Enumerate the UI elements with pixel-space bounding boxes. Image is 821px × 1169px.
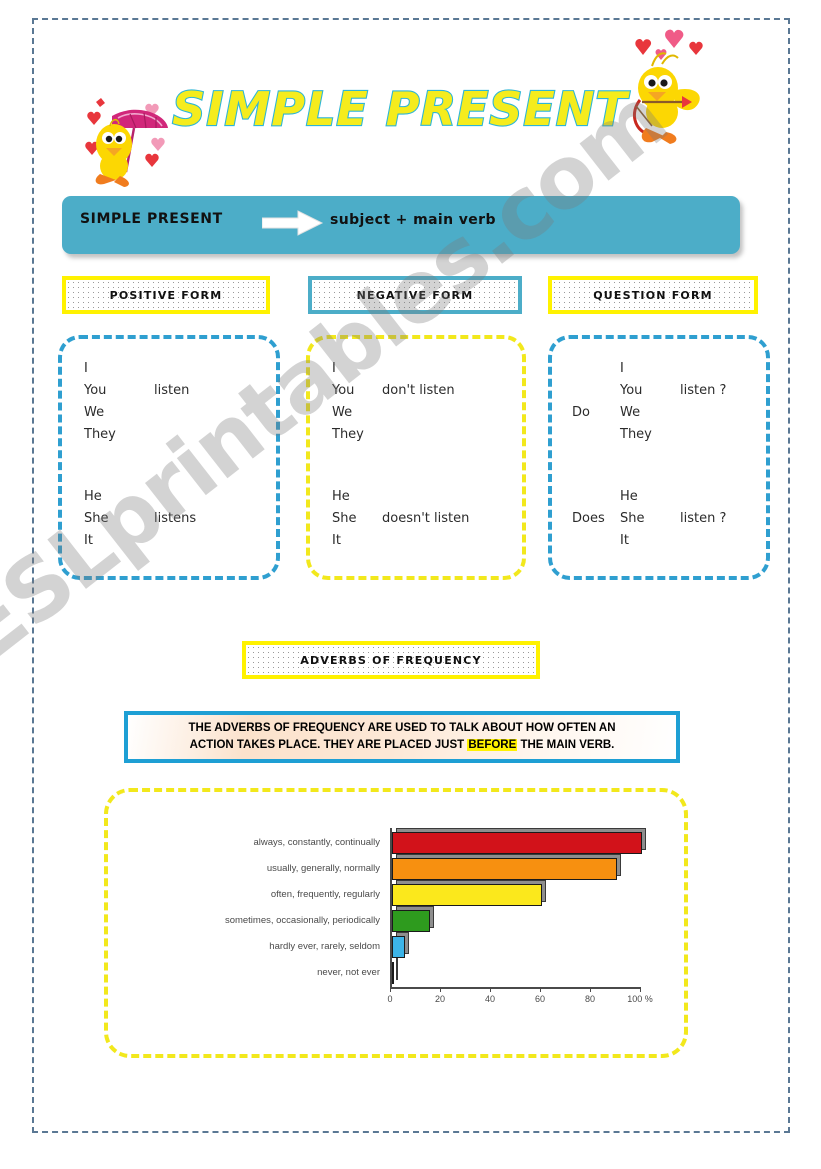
chart-bar bbox=[392, 854, 623, 880]
verb-form: doesn't listen bbox=[382, 511, 470, 526]
chart-category-label: usually, generally, normally bbox=[266, 863, 380, 874]
adverbs-info-box: THE ADVERBS OF FREQUENCY ARE USED TO TAL… bbox=[124, 711, 680, 763]
verb-form: listens bbox=[154, 511, 197, 526]
negative-form-header: NEGATIVE FORM bbox=[308, 276, 522, 314]
chart-x-tick-label: 60 bbox=[534, 994, 546, 1004]
frequency-chart-frame: always, constantly, continually usually, … bbox=[104, 788, 688, 1058]
info-line-1: THE ADVERBS OF FREQUENCY ARE USED TO TAL… bbox=[188, 722, 616, 734]
positive-form-header: POSITIVE FORM bbox=[62, 276, 270, 314]
chart-x-tick bbox=[540, 987, 542, 992]
pronoun: It bbox=[620, 533, 629, 548]
chart-x-tick bbox=[590, 987, 592, 992]
pronoun: You bbox=[84, 383, 107, 398]
chart-bar bbox=[392, 958, 399, 984]
question-form-box: I You We They Do listen ? He She It Does… bbox=[548, 335, 770, 580]
adverbs-header-label: ADVERBS OF FREQUENCY bbox=[300, 653, 482, 667]
chart-bar-shadow bbox=[396, 958, 398, 980]
chip-texture: POSITIVE FORM bbox=[66, 280, 266, 310]
frequency-bar-chart: always, constantly, continually usually, … bbox=[138, 828, 662, 1024]
adverbs-info-text: THE ADVERBS OF FREQUENCY ARE USED TO TAL… bbox=[183, 720, 622, 754]
pronoun: She bbox=[84, 511, 109, 526]
pronoun: They bbox=[84, 427, 116, 442]
chart-x-tick bbox=[440, 987, 442, 992]
pronoun: We bbox=[84, 405, 105, 420]
pronoun: I bbox=[332, 361, 336, 376]
chart-bar-fill bbox=[392, 884, 542, 906]
chip-texture: NEGATIVE FORM bbox=[312, 280, 518, 310]
adverbs-of-frequency-header: ADVERBS OF FREQUENCY bbox=[242, 641, 540, 679]
chart-x-tick-label: 20 bbox=[434, 994, 446, 1004]
chip-texture: QUESTION FORM bbox=[552, 280, 754, 310]
pronoun: I bbox=[84, 361, 88, 376]
pronoun: We bbox=[332, 405, 353, 420]
pronoun: He bbox=[620, 489, 638, 504]
pronoun: They bbox=[620, 427, 652, 442]
pronoun: You bbox=[620, 383, 643, 398]
chart-x-tick bbox=[390, 987, 392, 992]
formula-value: subject + main verb bbox=[330, 212, 496, 228]
chart-bar-fill bbox=[392, 936, 405, 958]
negative-form-label: NEGATIVE FORM bbox=[356, 288, 474, 302]
chart-category-label: sometimes, occasionally, periodically bbox=[224, 915, 380, 926]
pronoun: I bbox=[620, 361, 624, 376]
chart-x-tick bbox=[640, 987, 642, 992]
positive-form-box: I You We They listen He She It listens bbox=[58, 335, 280, 580]
pronoun: They bbox=[332, 427, 364, 442]
pronoun: We bbox=[620, 405, 641, 420]
pronoun: He bbox=[84, 489, 102, 504]
chart-bar-fill bbox=[392, 858, 617, 880]
chart-bar bbox=[392, 880, 548, 906]
chart-bar-fill bbox=[392, 962, 394, 984]
chart-bar bbox=[392, 932, 411, 958]
question-form-header: QUESTION FORM bbox=[548, 276, 758, 314]
chart-bar bbox=[392, 906, 436, 932]
tweety-umbrella-icon bbox=[85, 98, 168, 187]
formula-label: SIMPLE PRESENT bbox=[80, 211, 223, 227]
pronoun: He bbox=[332, 489, 350, 504]
chart-bar bbox=[392, 828, 648, 854]
before-highlight: BEFORE bbox=[467, 739, 518, 751]
positive-form-label: POSITIVE FORM bbox=[109, 288, 223, 302]
verb-form: don't listen bbox=[382, 383, 455, 398]
page-title: SIMPLE PRESENT bbox=[171, 81, 628, 137]
chart-x-tick-label: 100 % bbox=[627, 994, 653, 1004]
formula-banner: SIMPLE PRESENT subject + main verb bbox=[62, 196, 740, 254]
negative-form-box: I You We They don't listen He She It doe… bbox=[306, 335, 526, 580]
chart-x-tick-label: 80 bbox=[584, 994, 596, 1004]
chart-x-axis bbox=[390, 987, 640, 989]
pronoun: It bbox=[332, 533, 341, 548]
chart-category-label: hardly ever, rarely, seldom bbox=[269, 941, 380, 952]
chart-bar-fill bbox=[392, 832, 642, 854]
chart-x-tick bbox=[490, 987, 492, 992]
right-arrow-icon bbox=[262, 210, 324, 236]
chart-bar-fill bbox=[392, 910, 430, 932]
chart-category-label: never, not ever bbox=[317, 967, 380, 978]
verb-form: listen ? bbox=[680, 383, 727, 398]
info-line-2-part-a: ACTION TAKES PLACE. THEY ARE PLACED JUST bbox=[189, 739, 468, 751]
pronoun: She bbox=[620, 511, 645, 526]
pronoun: You bbox=[332, 383, 355, 398]
tweety-cupid-icon bbox=[632, 29, 703, 144]
chart-x-tick-label: 0 bbox=[387, 994, 393, 1004]
chart-plot-area: 0 20 40 60 80 100 % bbox=[387, 828, 658, 1004]
auxiliary-verb: Does bbox=[572, 511, 605, 526]
chip-texture: ADVERBS OF FREQUENCY bbox=[246, 645, 536, 675]
question-form-label: QUESTION FORM bbox=[593, 288, 713, 302]
title-row: SIMPLE PRESENT bbox=[60, 26, 760, 187]
chart-x-tick-label: 40 bbox=[484, 994, 496, 1004]
pronoun: It bbox=[84, 533, 93, 548]
chart-category-label: always, constantly, continually bbox=[253, 837, 380, 848]
info-line-2-part-b: THE MAIN VERB. bbox=[517, 739, 615, 751]
pronoun: She bbox=[332, 511, 357, 526]
verb-form: listen bbox=[154, 383, 190, 398]
worksheet-page: SIMPLE PRESENT SIMPLE PRESENT subject + … bbox=[0, 0, 821, 1169]
chart-category-label: often, frequently, regularly bbox=[270, 889, 380, 900]
auxiliary-verb: Do bbox=[572, 405, 590, 420]
verb-form: listen ? bbox=[680, 511, 727, 526]
